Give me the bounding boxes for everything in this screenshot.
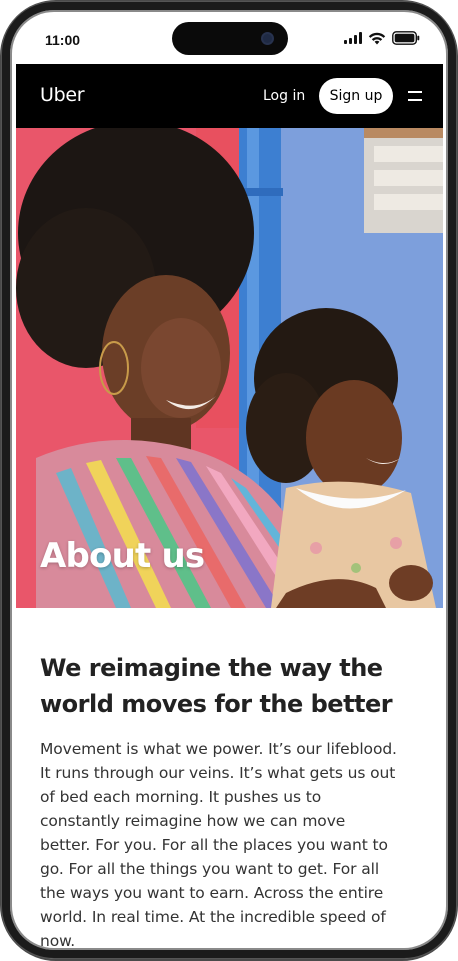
uber-logo[interactable]: Uber [40, 84, 85, 106]
login-link[interactable]: Log in [263, 88, 305, 104]
top-navbar: Uber Log in Sign up [16, 64, 443, 128]
section-body: Movement is what we power. It’s our life… [40, 740, 397, 950]
signup-button[interactable]: Sign up [319, 78, 393, 114]
camera-icon [261, 32, 274, 45]
hero-banner: About us [16, 128, 443, 608]
hero-title: About us [40, 536, 205, 576]
section-headline: We reimagine the way the world moves for… [40, 654, 393, 718]
status-bar: 11:00 [10, 10, 448, 66]
about-content: We reimagine the way the world moves for… [40, 650, 400, 950]
wifi-icon [368, 32, 386, 45]
status-icons [344, 30, 420, 46]
dynamic-island [172, 22, 288, 55]
battery-icon [392, 31, 420, 45]
status-time: 11:00 [45, 32, 81, 48]
cellular-signal-icon [344, 32, 362, 44]
hamburger-menu-icon[interactable] [408, 91, 422, 101]
phone-frame: 11:00 Uber Log in Sign up About us We re… [2, 2, 456, 958]
